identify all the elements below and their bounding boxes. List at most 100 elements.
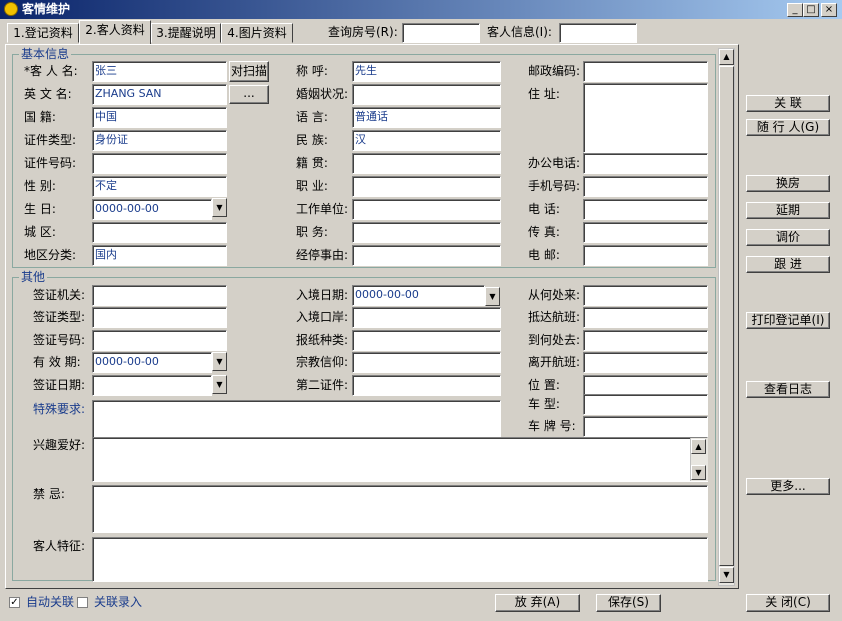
close-button[interactable]: 关 闭(C)	[746, 594, 830, 612]
main-scroll-thumb[interactable]	[719, 66, 734, 566]
field-input[interactable]	[583, 330, 708, 351]
field-input[interactable]	[352, 245, 501, 266]
plate-input[interactable]	[583, 416, 708, 437]
change-room-button[interactable]: 换房	[746, 175, 830, 192]
field-label: 第二证件:	[296, 378, 349, 392]
field-input[interactable]: 0000-00-00	[92, 352, 212, 373]
field-input[interactable]	[352, 222, 501, 243]
hobby-label: 兴趣爱好:	[33, 438, 86, 452]
field-input[interactable]	[92, 307, 227, 328]
field-input[interactable]: 身份证	[92, 130, 227, 151]
field-label: 有 效 期:	[33, 355, 81, 369]
field-input[interactable]: 汉	[352, 130, 501, 151]
room-search-label: 查询房号(R):	[328, 25, 398, 39]
link-button[interactable]: 关 联	[746, 95, 830, 112]
car-type-input[interactable]	[583, 394, 708, 415]
scroll-up-icon[interactable]: ▲	[691, 439, 706, 454]
taboo-input[interactable]	[92, 485, 708, 533]
field-input[interactable]: 0000-00-00	[92, 199, 212, 220]
field-label: 抵达航班:	[528, 310, 581, 324]
maximize-button[interactable]: □	[803, 3, 819, 17]
tab-guest-info[interactable]: 2.客人资料	[79, 20, 151, 44]
discard-button[interactable]: 放 弃(A)	[495, 594, 580, 612]
field-input[interactable]	[583, 222, 708, 243]
field-input[interactable]	[352, 330, 501, 351]
tab-pictures[interactable]: 4.图片资料	[221, 23, 293, 43]
field-input[interactable]	[583, 61, 708, 82]
special-requests-label: 特殊要求:	[33, 402, 86, 416]
field-input[interactable]	[352, 199, 501, 220]
validity-dropdown-icon[interactable]: ▼	[212, 352, 227, 371]
field-input[interactable]	[352, 375, 501, 396]
field-label: 入境日期:	[296, 288, 349, 302]
link-entry-checkbox[interactable]	[77, 597, 88, 608]
field-input[interactable]	[352, 84, 501, 105]
field-input[interactable]	[92, 222, 227, 243]
field-input[interactable]	[583, 375, 708, 396]
birthday-dropdown-icon[interactable]: ▼	[212, 198, 227, 217]
field-input[interactable]: 先生	[352, 61, 501, 82]
window-title: 客情维护	[22, 2, 71, 16]
more-button[interactable]: 更多...	[746, 478, 830, 495]
close-window-button[interactable]: ×	[821, 3, 837, 17]
visa-date-dropdown-icon[interactable]: ▼	[212, 375, 227, 394]
field-input[interactable]	[92, 330, 227, 351]
field-label: 生 日:	[24, 202, 56, 216]
field-input[interactable]	[583, 153, 708, 174]
tab-register[interactable]: 1.登记资料	[7, 23, 79, 43]
field-label: 办公电话:	[528, 156, 581, 170]
address-input[interactable]	[583, 83, 708, 153]
hobby-input[interactable]	[92, 437, 708, 482]
field-label: 城 区:	[24, 225, 56, 239]
field-input[interactable]	[92, 375, 212, 396]
field-input[interactable]: ZHANG SAN	[92, 84, 227, 105]
minimize-button[interactable]: _	[787, 3, 803, 17]
print-registration-button[interactable]: 打印登记单(I)	[746, 312, 830, 329]
field-input[interactable]	[92, 153, 227, 174]
field-input[interactable]	[583, 285, 708, 306]
title-bar	[0, 0, 842, 19]
field-input[interactable]	[352, 176, 501, 197]
features-input[interactable]	[92, 537, 708, 582]
entry-date-dropdown-icon[interactable]: ▼	[485, 287, 500, 306]
main-scroll-down-icon[interactable]: ▼	[719, 567, 734, 583]
field-label: 签证日期:	[33, 378, 86, 392]
field-input[interactable]	[583, 176, 708, 197]
guest-search-input[interactable]	[559, 23, 637, 43]
taboo-label: 禁 忌:	[33, 487, 65, 501]
field-input[interactable]: 0000-00-00	[352, 285, 485, 306]
ellipsis-button[interactable]: ...	[229, 85, 269, 104]
room-search-input[interactable]	[402, 23, 480, 43]
scroll-down-icon[interactable]: ▼	[691, 465, 706, 480]
tab-reminders[interactable]: 3.提醒说明	[151, 23, 221, 43]
extend-button[interactable]: 延期	[746, 202, 830, 219]
field-input[interactable]	[352, 153, 501, 174]
field-input[interactable]	[352, 352, 501, 373]
view-log-button[interactable]: 查看日志	[746, 381, 830, 398]
field-input[interactable]	[583, 352, 708, 373]
app-icon	[4, 2, 18, 16]
adjust-price-button[interactable]: 调价	[746, 229, 830, 246]
field-label: 传 真:	[528, 225, 560, 239]
field-input[interactable]	[92, 285, 227, 306]
main-scroll-up-icon[interactable]: ▲	[719, 49, 734, 65]
follow-up-button[interactable]: 跟 进	[746, 256, 830, 273]
other-info-title: 其他	[19, 270, 48, 284]
field-input[interactable]	[583, 245, 708, 266]
field-input[interactable]: 中国	[92, 107, 227, 128]
auto-link-checkbox[interactable]: ✓	[9, 597, 20, 608]
companion-button[interactable]: 随 行 人(G)	[746, 119, 830, 136]
save-button[interactable]: 保存(S)	[596, 594, 661, 612]
link-entry-label: 关联录入	[94, 595, 143, 609]
field-input[interactable]: 国内	[92, 245, 227, 266]
field-input[interactable]	[583, 199, 708, 220]
field-input[interactable]: 不定	[92, 176, 227, 197]
special-requests-input[interactable]	[92, 400, 501, 438]
scan-button[interactable]: 对扫描	[229, 61, 269, 82]
field-input[interactable]: 普通话	[352, 107, 501, 128]
field-input[interactable]	[352, 307, 501, 328]
field-label: 工作单位:	[296, 202, 349, 216]
field-input[interactable]	[583, 307, 708, 328]
field-input[interactable]: 张三	[92, 61, 227, 82]
field-label: *客 人 名:	[24, 64, 78, 78]
